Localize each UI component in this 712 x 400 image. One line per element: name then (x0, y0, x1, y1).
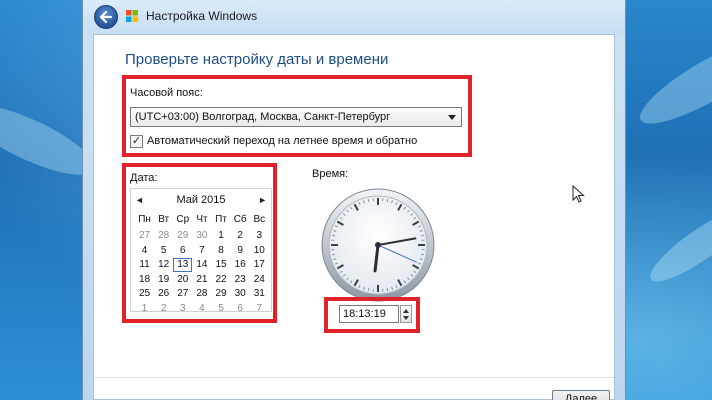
timezone-label: Часовой пояс: (130, 87, 203, 99)
calendar-day[interactable]: 14 (192, 258, 211, 272)
weekday-label: Пн (138, 214, 151, 225)
calendar-day[interactable]: 15 (212, 258, 231, 272)
weekday-label: Ср (176, 214, 190, 225)
weekday-label: Вт (158, 214, 170, 225)
calendar-day[interactable]: 10 (250, 244, 269, 258)
clock-minute-tick (331, 234, 336, 237)
calendar-day[interactable]: 9 (231, 244, 250, 258)
calendar-day[interactable]: 1 (135, 302, 154, 316)
calendar-day[interactable]: 27 (173, 287, 192, 301)
clock-minute-tick (367, 198, 370, 203)
time-spinner[interactable] (400, 305, 412, 323)
calendar-day-selected[interactable]: 13 (173, 258, 193, 272)
calendar-day[interactable]: 2 (154, 302, 173, 316)
weekday-label: Чт (196, 214, 208, 225)
calendar-week-row: 27 28 29 30 1 2 3 (135, 229, 269, 243)
calendar-day[interactable]: 6 (231, 302, 250, 316)
calendar: ◄ Май 2015 ► Пн Вт Ср Чт Пт Сб Вс 27 28 29… (130, 188, 272, 314)
calendar-day[interactable]: 31 (250, 287, 269, 301)
timezone-dropdown[interactable]: (UTC+03:00) Волгоград, Москва, Санкт-Пет… (130, 107, 462, 127)
calendar-week-row: 4 5 6 7 8 9 10 (135, 244, 269, 258)
calendar-day[interactable]: 6 (173, 244, 192, 258)
windows-setup-icon (126, 10, 138, 22)
clock-minute-tick (386, 198, 389, 203)
next-month-button[interactable]: ► (258, 195, 267, 205)
title-bar: Настройка Windows (83, 0, 625, 34)
calendar-week-row: 25 26 27 28 29 30 31 (135, 287, 269, 301)
calendar-day[interactable]: 30 (192, 229, 211, 243)
calendar-day[interactable]: 17 (250, 258, 269, 272)
calendar-day[interactable]: 5 (212, 302, 231, 316)
calendar-day[interactable]: 19 (154, 273, 173, 287)
timezone-selected-value: (UTC+03:00) Волгоград, Москва, Санкт-Пет… (135, 111, 391, 123)
calendar-day[interactable]: 8 (212, 244, 231, 258)
clock-minute-tick (367, 287, 370, 292)
calendar-day[interactable]: 12 (154, 258, 173, 272)
calendar-weekdays: Пн Вт Ср Чт Пт Сб Вс (135, 213, 269, 227)
calendar-day[interactable]: 22 (212, 273, 231, 287)
page-title: Проверьте настройку даты и времени (125, 51, 389, 68)
calendar-day[interactable]: 3 (173, 302, 192, 316)
weekday-label: Сб (233, 214, 247, 225)
calendar-day[interactable]: 26 (154, 287, 173, 301)
calendar-week-row: 18 19 20 21 22 23 24 (135, 273, 269, 287)
back-button[interactable] (94, 5, 118, 29)
calendar-day[interactable]: 28 (154, 229, 173, 243)
dst-checkbox[interactable]: ✓ (130, 135, 143, 148)
setup-window: Настройка Windows Проверьте настройку да… (82, 0, 626, 400)
calendar-day[interactable]: 28 (192, 287, 211, 301)
calendar-month-title[interactable]: Май 2015 (131, 194, 271, 206)
calendar-day[interactable]: 27 (135, 229, 154, 243)
clock-minute-tick (420, 253, 425, 256)
next-button[interactable]: Далее (552, 390, 610, 400)
calendar-day[interactable]: 30 (231, 287, 250, 301)
calendar-day[interactable]: 16 (231, 258, 250, 272)
clock-minute-tick (420, 234, 425, 237)
time-input[interactable]: 18:13:19 (339, 305, 399, 323)
calendar-day[interactable]: 29 (212, 287, 231, 301)
calendar-day[interactable]: 29 (173, 229, 192, 243)
calendar-day[interactable]: 4 (192, 302, 211, 316)
analog-clock (321, 188, 435, 302)
clock-minute-tick (386, 287, 389, 292)
time-label: Время: (312, 168, 349, 180)
calendar-week-row: 1234567 (135, 302, 269, 316)
window-title: Настройка Windows (146, 9, 258, 23)
calendar-day[interactable]: 5 (154, 244, 173, 258)
calendar-day[interactable]: 7 (250, 302, 269, 316)
calendar-day[interactable]: 7 (192, 244, 211, 258)
calendar-day[interactable]: 3 (250, 229, 269, 243)
clock-minute-tick (331, 253, 336, 256)
chevron-down-icon (448, 115, 456, 120)
calendar-day[interactable]: 18 (135, 273, 154, 287)
wallpaper-streak (642, 198, 712, 292)
content-panel: Проверьте настройку даты и времени Часов… (93, 34, 615, 400)
calendar-day[interactable]: 24 (250, 273, 269, 287)
calendar-day[interactable]: 4 (135, 244, 154, 258)
footer-divider (94, 377, 614, 378)
calendar-day[interactable]: 25 (135, 287, 154, 301)
calendar-day[interactable]: 21 (192, 273, 211, 287)
weekday-label: Пт (215, 214, 227, 225)
spin-down-icon[interactable] (403, 316, 409, 320)
calendar-day[interactable]: 2 (231, 229, 250, 243)
back-arrow-icon (99, 10, 113, 24)
calendar-day[interactable]: 1 (212, 229, 231, 243)
dst-checkbox-label[interactable]: Автоматический переход на летнее время и… (147, 135, 417, 147)
calendar-day[interactable]: 20 (173, 273, 192, 287)
weekday-label: Вс (253, 214, 266, 225)
calendar-day[interactable]: 23 (231, 273, 250, 287)
calendar-week-row: 11 12 13 14 15 16 17 (135, 258, 269, 272)
spin-up-icon[interactable] (403, 309, 409, 313)
calendar-day[interactable]: 11 (135, 258, 154, 272)
date-label: Дата: (130, 172, 158, 184)
mouse-cursor-icon (572, 185, 585, 203)
wallpaper-streak (630, 22, 712, 138)
